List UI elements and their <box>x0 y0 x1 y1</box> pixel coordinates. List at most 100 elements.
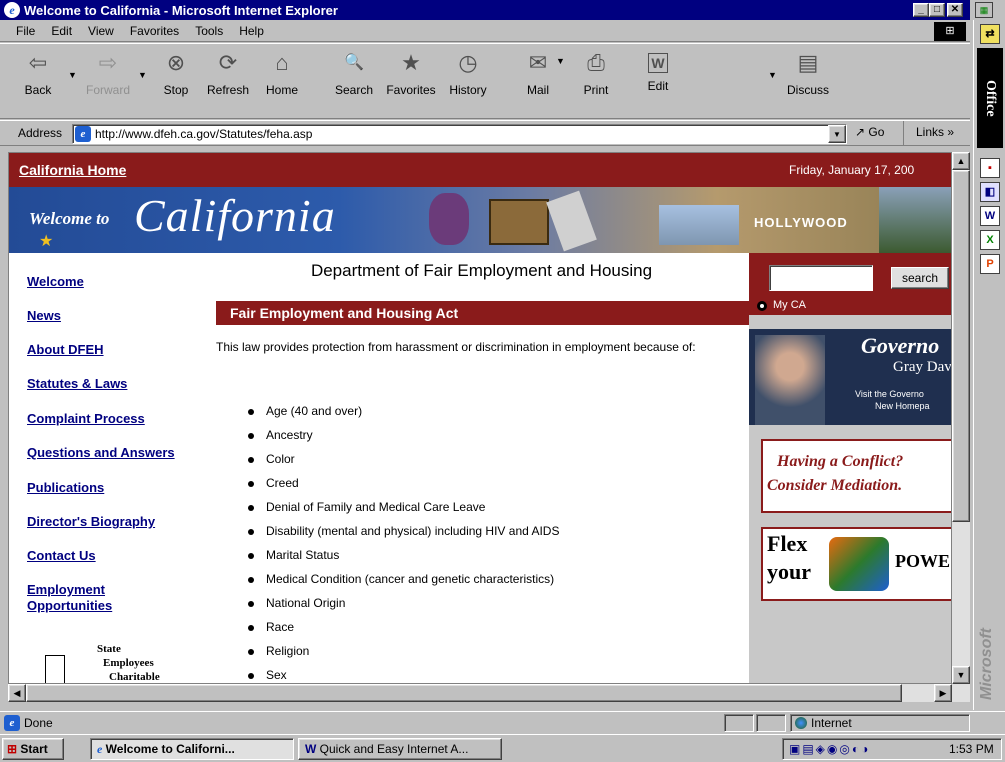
flex-your-power-banner[interactable]: Flex your POWE <box>761 527 951 601</box>
vertical-scrollbar[interactable]: ▲ ▼ <box>952 152 970 684</box>
my-ca-label: My CA <box>773 299 806 311</box>
office-calendar-icon[interactable]: ▪ <box>980 158 1000 178</box>
window-title: Welcome to California - Microsoft Intern… <box>24 2 338 18</box>
home-button[interactable]: ⌂ Home <box>254 49 310 117</box>
protected-categories-list: Age (40 and over) Ancestry Color Creed D… <box>214 399 749 683</box>
site-search-input[interactable] <box>769 265 873 291</box>
search-box-area: search My CA <box>749 253 951 315</box>
department-title: Department of Fair Employment and Housin… <box>310 261 653 280</box>
discuss-icon: ▤ <box>797 50 819 75</box>
back-dropdown-icon[interactable]: ▼ <box>68 70 77 80</box>
maximize-button[interactable]: □ <box>929 3 945 17</box>
site-search-button[interactable]: search <box>891 267 949 289</box>
california-header: California Home Friday, January 17, 200 <box>9 153 951 187</box>
printer-icon: ⎙ <box>587 50 605 75</box>
minimize-button[interactable]: _ <box>913 3 929 17</box>
my-ca-radio[interactable] <box>757 301 767 311</box>
forward-dropdown-icon[interactable]: ▼ <box>138 70 147 80</box>
charity-logo[interactable]: State Employees Charitable <box>45 643 175 683</box>
office-powerpoint-icon[interactable]: P <box>980 254 1000 274</box>
nav-news[interactable]: News <box>27 308 61 323</box>
list-item: Color <box>214 447 749 471</box>
refresh-icon: ⟳ <box>218 50 238 75</box>
favorites-button[interactable]: ★ Favorites <box>383 49 439 117</box>
charity-line-1: State <box>97 643 121 655</box>
nav-contact-us[interactable]: Contact Us <box>27 548 96 563</box>
address-input[interactable]: e http://www.dfeh.ca.gov/Statutes/feha.a… <box>72 124 847 144</box>
office-label: Office <box>977 48 1003 148</box>
list-item: Race <box>214 615 749 639</box>
california-outline-icon <box>45 655 65 683</box>
scroll-down-icon[interactable]: ▼ <box>952 666 970 684</box>
start-button[interactable]: ⊞ Start <box>2 738 64 760</box>
nav-about-dfeh[interactable]: About DFEH <box>27 342 104 357</box>
nav-publications[interactable]: Publications <box>27 480 104 495</box>
menu-view[interactable]: View <box>88 24 114 38</box>
skyline-icon <box>659 205 739 245</box>
page-icon: e <box>75 126 91 142</box>
status-panel-2 <box>756 714 786 732</box>
address-dropdown-icon[interactable]: ▼ <box>828 125 846 143</box>
system-tray: ▣▤◈◉◎◐◑ 1:53 PM <box>782 738 1002 760</box>
mediation-banner[interactable]: Having a Conflict? Consider Mediation. <box>761 439 951 513</box>
scroll-left-icon[interactable]: ◀ <box>8 684 26 702</box>
hollywood-sign-text: HOLLYWOOD <box>754 215 848 230</box>
star-icon: ★ <box>39 233 54 250</box>
stop-button[interactable]: ⊗ Stop <box>148 49 204 117</box>
governor-name: Gray Dav <box>893 359 952 375</box>
horizontal-scroll-thumb[interactable] <box>26 684 902 702</box>
mediation-line-2: Consider Mediation. <box>767 477 903 494</box>
page-status-icon: e <box>4 715 20 731</box>
print-button[interactable]: ⎙ Print <box>568 49 624 117</box>
nav-questions-answers[interactable]: Questions and Answers <box>27 445 175 460</box>
horizontal-scrollbar[interactable]: ◀ ▶ <box>8 684 970 702</box>
grapes-icon <box>429 193 469 245</box>
california-home-link[interactable]: California Home <box>19 162 126 178</box>
history-button[interactable]: ◷ History <box>440 49 496 117</box>
governor-title: Governo <box>861 333 940 358</box>
nav-statutes-laws[interactable]: Statutes & Laws <box>27 376 127 391</box>
word-edit-icon: W <box>648 53 668 73</box>
nav-directors-biography[interactable]: Director's Biography <box>27 514 155 529</box>
discuss-button[interactable]: ▤ Discuss <box>780 49 836 117</box>
scroll-up-icon[interactable]: ▲ <box>952 152 970 170</box>
nav-complaint-process[interactable]: Complaint Process <box>27 411 145 426</box>
edit-dropdown-icon[interactable]: ▼ <box>768 70 777 80</box>
menu-edit[interactable]: Edit <box>51 24 72 38</box>
zone-text: Internet <box>811 716 852 730</box>
window-title-bar[interactable]: e Welcome to California - Microsoft Inte… <box>0 0 970 20</box>
section-title: Fair Employment and Housing Act <box>216 301 749 325</box>
windows-logo-icon: ⊞ <box>934 22 966 41</box>
mail-dropdown-icon[interactable]: ▼ <box>556 56 565 66</box>
refresh-button[interactable]: ⟳ Refresh <box>200 49 256 117</box>
menu-tools[interactable]: Tools <box>195 24 223 38</box>
search-button[interactable]: 🔍 Search <box>326 49 382 117</box>
home-icon: ⌂ <box>275 50 289 75</box>
links-button[interactable]: Links » <box>916 125 954 139</box>
office-bar-icon[interactable]: ▦ <box>975 2 993 18</box>
office-excel-icon[interactable]: X <box>980 230 1000 250</box>
go-button[interactable]: ↗ Go <box>855 125 884 139</box>
task-button-ie[interactable]: e Welcome to Californi... <box>90 738 294 760</box>
scroll-right-icon[interactable]: ▶ <box>934 684 952 702</box>
globe-icon <box>795 717 807 729</box>
office-outlook-icon[interactable]: ⇄ <box>980 24 1000 44</box>
office-word-icon[interactable]: W <box>980 206 1000 226</box>
nav-employment-opportunities[interactable]: Employment Opportunities <box>27 582 147 614</box>
edit-button[interactable]: W Edit <box>630 49 686 117</box>
task-button-word[interactable]: W Quick and Easy Internet A... <box>298 738 502 760</box>
tray-icons[interactable]: ▣▤◈◉◎◐◑ <box>789 739 870 759</box>
nav-welcome[interactable]: Welcome <box>27 274 84 289</box>
close-button[interactable]: ✕ <box>947 3 963 17</box>
vertical-scroll-thumb[interactable] <box>952 170 970 522</box>
office-contacts-icon[interactable]: ◧ <box>980 182 1000 202</box>
back-button[interactable]: ⇦ Back <box>10 49 66 117</box>
menu-favorites[interactable]: Favorites <box>130 24 179 38</box>
menu-file[interactable]: File <box>16 24 35 38</box>
forward-button[interactable]: ⇨ Forward <box>80 49 136 117</box>
menu-help[interactable]: Help <box>239 24 264 38</box>
status-text: Done <box>24 716 53 730</box>
microsoft-brand-label: Microsoft <box>978 628 995 700</box>
list-item: National Origin <box>214 591 749 615</box>
governor-banner[interactable]: Governo Gray Dav Visit the Governo New H… <box>749 329 952 425</box>
